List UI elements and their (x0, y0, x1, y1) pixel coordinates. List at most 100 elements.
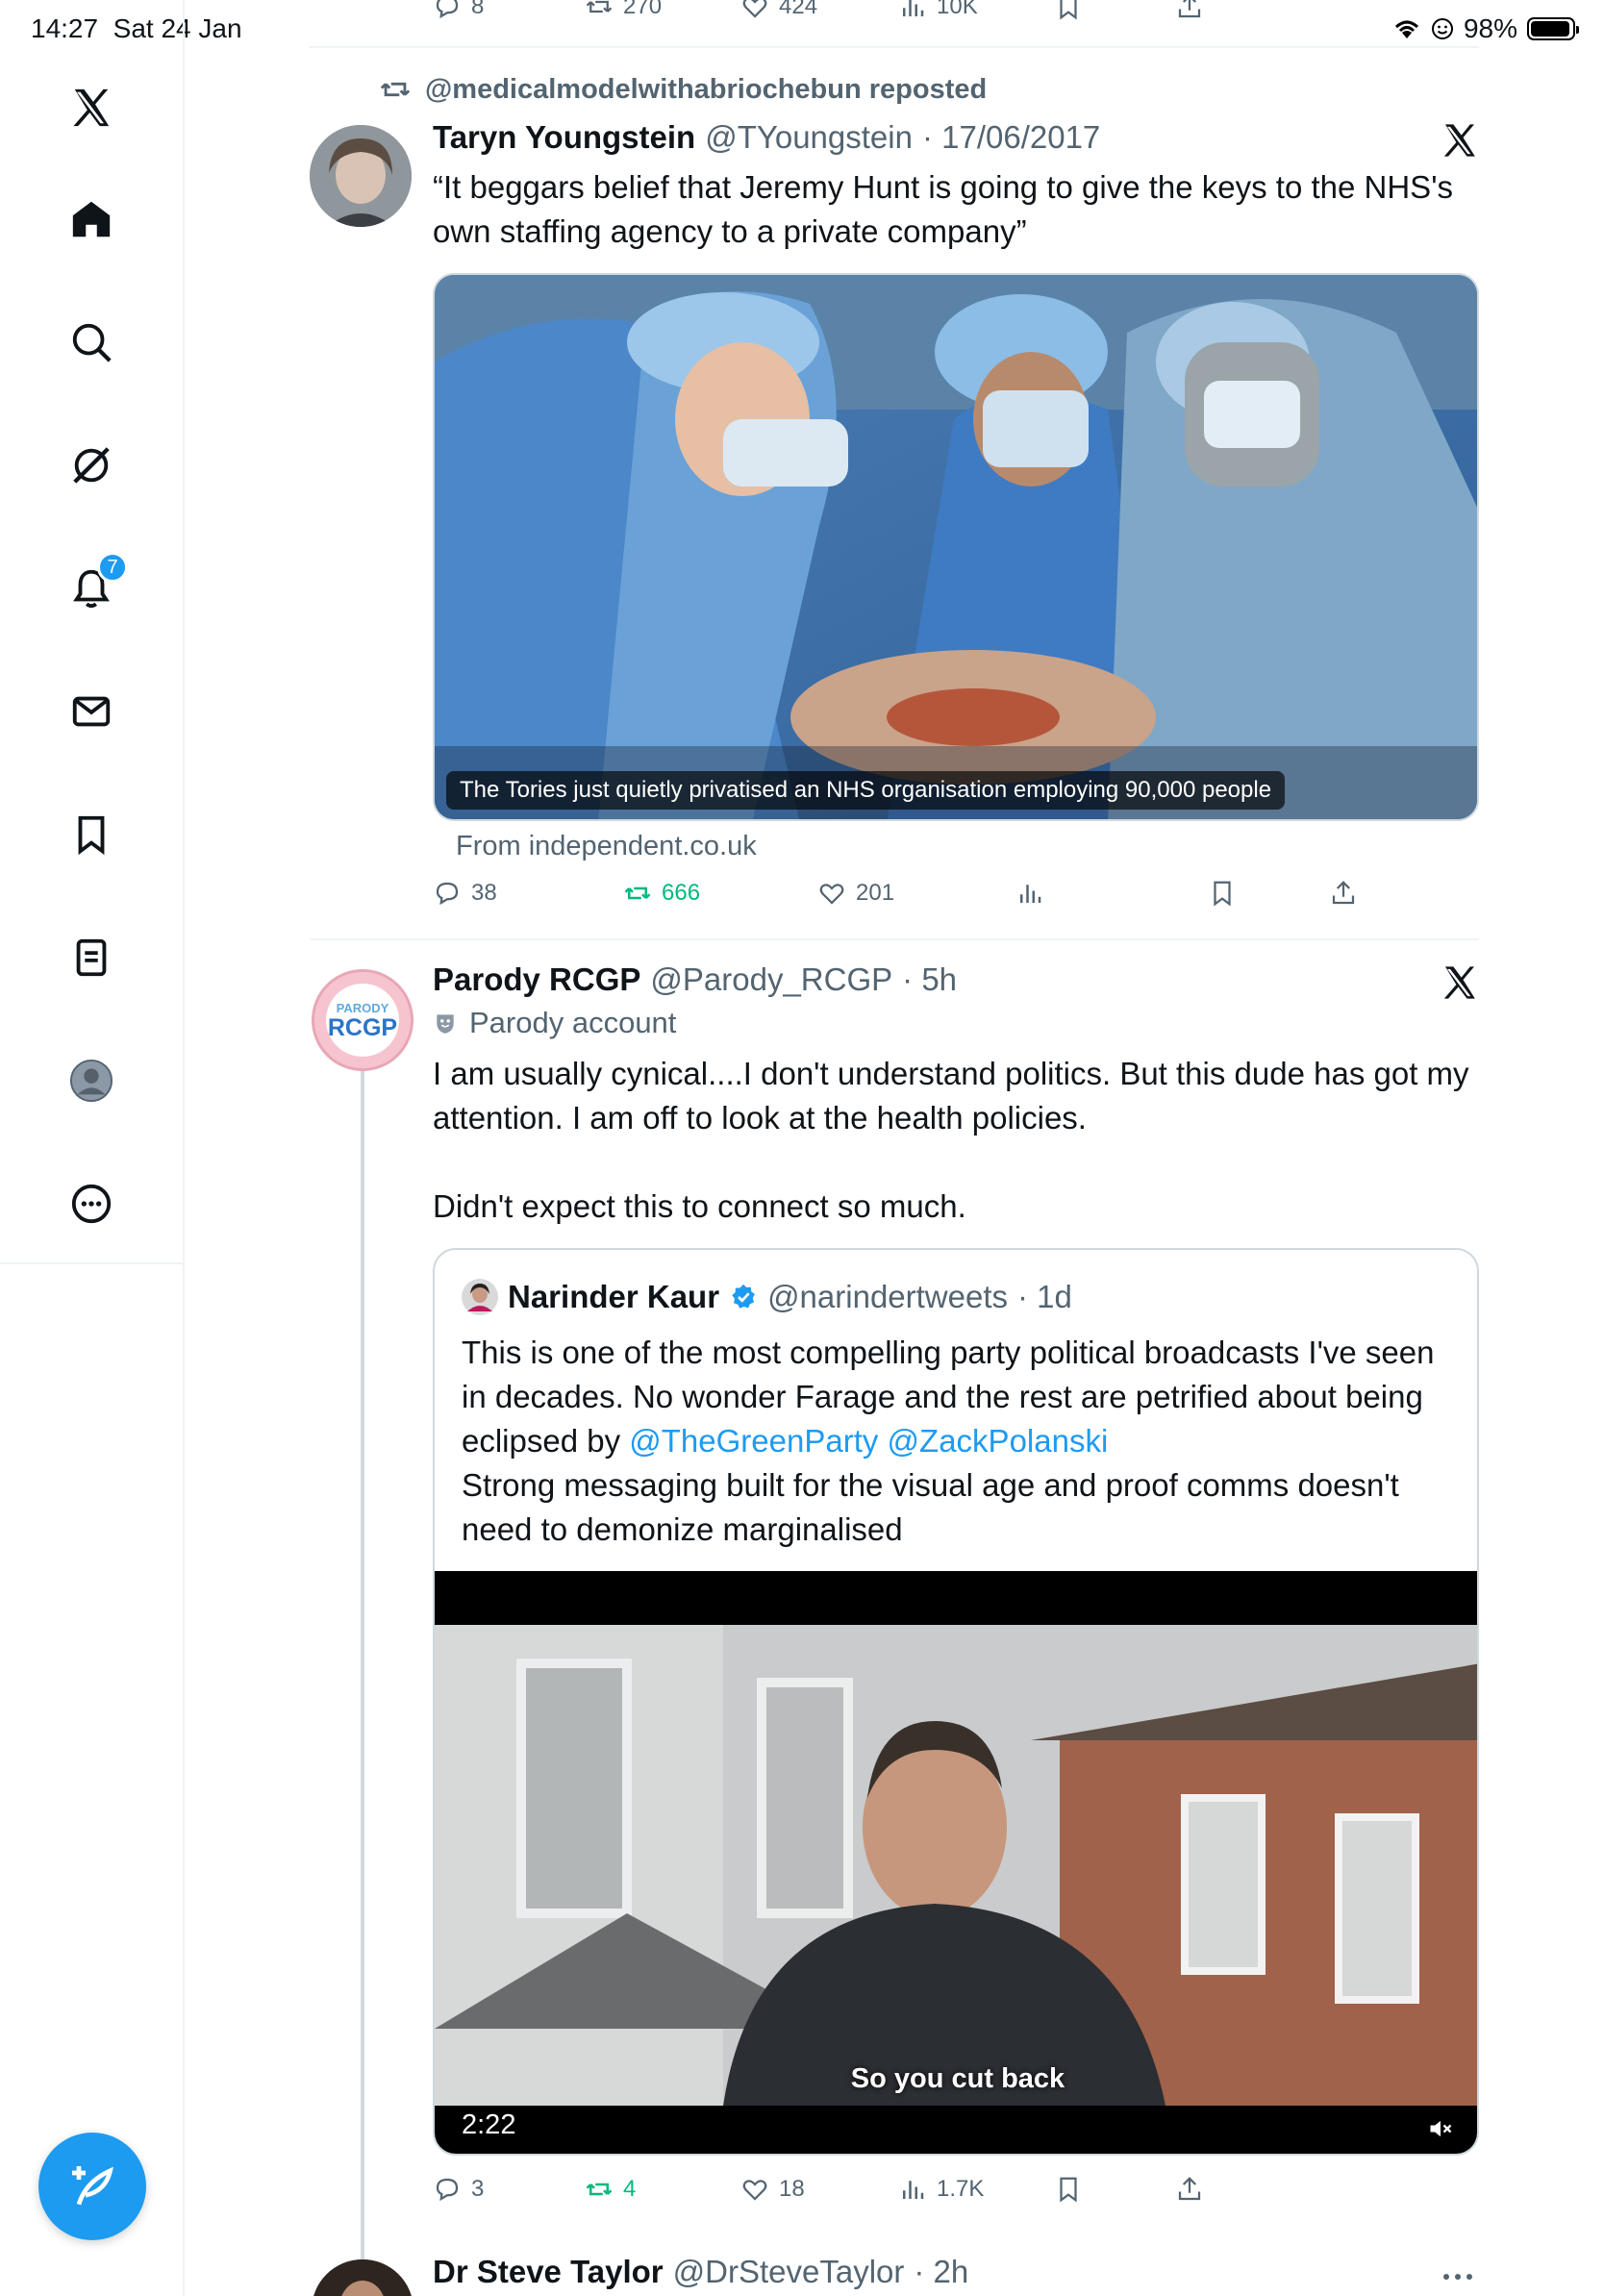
share-icon (1178, 0, 1201, 18)
repost-label[interactable]: @medicalmodelwithabriochebun reposted (425, 74, 987, 106)
handle[interactable]: @Parody_RCGP (650, 961, 892, 998)
share-button[interactable] (1329, 879, 1358, 908)
views-count: 10K (937, 0, 978, 19)
views-count: 1.7K (937, 2176, 985, 2202)
repost-indicator: @medicalmodelwithabriochebun reposted (379, 73, 987, 106)
notifications-icon[interactable]: 7 (61, 552, 128, 619)
share-icon (1332, 881, 1355, 905)
mention-link-zackpolanski[interactable]: @ZackPolanski (888, 1423, 1109, 1459)
like-count: 424 (779, 0, 818, 19)
heart-icon (819, 884, 844, 905)
display-name[interactable]: Parody RCGP (433, 961, 640, 998)
mute-icon[interactable] (1427, 2115, 1454, 2142)
link-card-image[interactable]: The Tories just quietly privatised an NH… (433, 273, 1479, 821)
reply-count: 3 (471, 2176, 485, 2202)
tweet-divider (310, 46, 1479, 48)
reply-button[interactable]: 38 (433, 879, 497, 908)
quote-display-name[interactable]: Narinder Kaur (508, 1279, 719, 1315)
video-frame (435, 1625, 1477, 2106)
avatar[interactable] (310, 125, 412, 227)
tweet-actions: 3 4 18 1.7K (310, 2175, 1479, 2213)
avatar-label-main: RCGP (327, 1013, 398, 1041)
tweet-divider (310, 938, 1479, 940)
video-subtitle: So you cut back (850, 2063, 1065, 2094)
quoted-tweet[interactable]: Narinder Kaur @narindertweets · 1d This … (433, 1248, 1479, 2156)
timestamp[interactable]: · 17/06/2017 (922, 119, 1100, 156)
bookmark-button[interactable] (1208, 879, 1237, 908)
views-button[interactable]: 1.7K (898, 2175, 984, 2204)
avatar[interactable]: PARODY RCGP (312, 969, 414, 1071)
battery-icon (1527, 17, 1579, 40)
views-button[interactable]: 10K (898, 0, 978, 21)
compose-button[interactable] (38, 2133, 146, 2240)
handle[interactable]: @TYoungstein (705, 119, 913, 156)
repost-button[interactable]: 4 (585, 2175, 636, 2204)
surgery-photo (435, 275, 1477, 819)
like-button[interactable]: 18 (740, 2175, 805, 2204)
card-source[interactable]: From independent.co.uk (456, 831, 757, 862)
tweet-actions: 38 666 201 (310, 879, 1479, 917)
reply-button[interactable]: 8 (433, 0, 484, 21)
timestamp[interactable]: · 5h (902, 961, 957, 998)
reply-button[interactable]: 3 (433, 2175, 484, 2204)
profile-icon[interactable] (61, 1050, 122, 1111)
like-count: 18 (779, 2176, 805, 2202)
heart-icon (742, 2180, 767, 2201)
avatar[interactable] (312, 2259, 414, 2296)
repost-icon (586, 2183, 613, 2196)
quote-timestamp: · 1d (1017, 1279, 1072, 1314)
search-icon[interactable] (61, 312, 122, 373)
avatar-inner: PARODY RCGP (326, 984, 399, 1057)
more-options-icon[interactable] (1441, 2267, 1475, 2286)
share-button[interactable] (1175, 2175, 1204, 2204)
like-button[interactable]: 201 (817, 879, 894, 908)
x-logo-icon (1443, 966, 1475, 999)
display-name[interactable]: Dr Steve Taylor (433, 2254, 664, 2290)
video-player[interactable]: So you cut back 2:22 (435, 1571, 1477, 2154)
video-duration: 2:22 (462, 2109, 516, 2140)
more-icon[interactable] (61, 1173, 122, 1235)
avatar[interactable] (462, 1279, 498, 1315)
views-button[interactable] (1015, 879, 1044, 908)
repost-icon (380, 82, 411, 97)
parody-label: Parody account (433, 1006, 676, 1040)
repost-icon (624, 886, 651, 900)
quote-header: Narinder Kaur @narindertweets · 1d (462, 1279, 1072, 1315)
display-name[interactable]: Taryn Youngstein (433, 119, 695, 156)
quote-handle[interactable]: @narindertweets (767, 1279, 1008, 1315)
parody-mask-icon (437, 1014, 454, 1034)
reply-icon (436, 0, 459, 19)
views-icon (1020, 885, 1041, 903)
reply-count: 38 (471, 880, 497, 906)
reply-icon (436, 882, 459, 906)
home-icon[interactable] (61, 188, 122, 250)
repost-button[interactable]: 666 (623, 879, 700, 908)
parody-account-label: Parody account (469, 1006, 677, 1039)
mention-link-greenparty[interactable]: @TheGreenParty (629, 1423, 878, 1459)
timestamp[interactable]: · 2h (914, 2254, 968, 2290)
share-button[interactable] (1175, 0, 1204, 21)
bookmark-button[interactable] (1054, 2175, 1083, 2204)
bookmark-icon (1214, 881, 1231, 907)
repost-button[interactable]: 270 (585, 0, 662, 21)
views-icon (903, 0, 924, 16)
quote-text: This is one of the most compelling party… (462, 1331, 1452, 1552)
messages-icon[interactable] (61, 681, 122, 742)
bookmark-icon (1060, 0, 1077, 20)
tweet-header: Parody RCGP @Parody_RCGP · 5h (433, 961, 957, 998)
grok-icon[interactable] (61, 435, 122, 496)
x-logo-icon[interactable] (61, 77, 122, 138)
compose-feather-icon (72, 2166, 113, 2206)
heart-icon (742, 0, 767, 18)
like-button[interactable]: 424 (740, 0, 817, 21)
avatar-label-small: PARODY (336, 1000, 389, 1015)
card-caption: The Tories just quietly privatised an NH… (446, 771, 1286, 810)
handle[interactable]: @DrSteveTaylor (673, 2254, 905, 2290)
bookmark-button[interactable] (1054, 0, 1083, 21)
bookmarks-icon[interactable] (61, 804, 122, 865)
lists-icon[interactable] (61, 927, 122, 988)
tweet-header: Taryn Youngstein @TYoungstein · 17/06/20… (433, 119, 1100, 156)
reply-count: 8 (471, 0, 485, 19)
reply-icon (436, 2178, 459, 2202)
repost-icon (586, 0, 613, 13)
